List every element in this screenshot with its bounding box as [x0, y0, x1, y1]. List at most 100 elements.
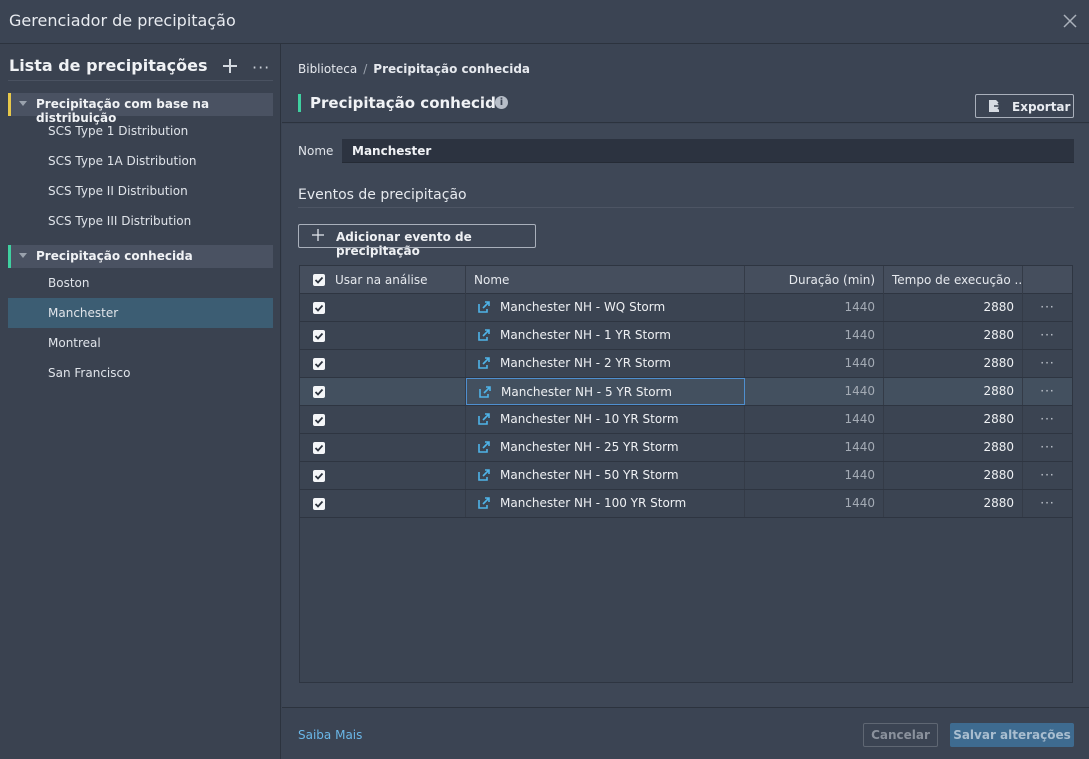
save-button[interactable]: Salvar alterações [950, 723, 1074, 747]
name-cell[interactable]: Manchester NH - 1 YR Storm [466, 322, 745, 349]
runtime-cell[interactable]: 2880 [884, 294, 1023, 321]
chevron-down-icon[interactable] [19, 101, 27, 106]
name-cell[interactable]: Manchester NH - 10 YR Storm [466, 406, 745, 433]
sidebar-item-scs-type-ii[interactable]: SCS Type II Distribution [8, 176, 273, 206]
column-header-runtime[interactable]: Tempo de execução ... [884, 266, 1023, 294]
runtime-cell[interactable]: 2880 [884, 322, 1023, 349]
sidebar-item-san-francisco[interactable]: San Francisco [8, 358, 273, 388]
column-header-duration[interactable]: Duração (min) [745, 266, 884, 294]
event-name: Manchester NH - 5 YR Storm [501, 385, 672, 399]
add-icon[interactable] [222, 58, 238, 74]
name-input[interactable] [342, 139, 1074, 163]
export-button[interactable]: Exportar [975, 94, 1074, 118]
sidebar-item-label: SCS Type II Distribution [48, 184, 188, 198]
use-checkbox[interactable] [313, 414, 325, 426]
use-checkbox[interactable] [313, 302, 325, 314]
info-icon[interactable]: i [495, 96, 508, 109]
select-all-checkbox[interactable] [313, 274, 325, 286]
external-link-icon[interactable] [478, 329, 490, 341]
row-more-icon[interactable]: ··· [1023, 378, 1072, 405]
chevron-down-icon[interactable] [19, 253, 27, 258]
column-label: Nome [474, 273, 510, 287]
window-title: Gerenciador de precipitação [9, 11, 236, 30]
table-row[interactable]: Manchester NH - 25 YR Storm 1440 2880 ··· [300, 434, 1072, 462]
row-more-icon[interactable]: ··· [1023, 406, 1072, 433]
runtime-cell[interactable]: 2880 [884, 406, 1023, 433]
use-checkbox[interactable] [313, 498, 325, 510]
sidebar-item-scs-type-1[interactable]: SCS Type 1 Distribution [8, 116, 273, 146]
name-cell[interactable]: Manchester NH - 50 YR Storm [466, 462, 745, 489]
external-link-icon[interactable] [479, 386, 491, 398]
row-more-icon[interactable]: ··· [1023, 350, 1072, 377]
table-row[interactable]: Manchester NH - 50 YR Storm 1440 2880 ··· [300, 462, 1072, 490]
runtime-cell[interactable]: 2880 [884, 350, 1023, 377]
duration-cell: 1440 [745, 294, 884, 321]
sidebar-item-scs-type-1a[interactable]: SCS Type 1A Distribution [8, 146, 273, 176]
external-link-icon[interactable] [478, 413, 490, 425]
runtime-cell[interactable]: 2880 [884, 490, 1023, 517]
group-known[interactable]: Precipitação conhecida [8, 245, 273, 268]
name-cell[interactable]: Manchester NH - 100 YR Storm [466, 490, 745, 517]
column-header-use[interactable]: Usar na análise [300, 266, 466, 294]
runtime-cell[interactable]: 2880 [884, 462, 1023, 489]
group-distribution[interactable]: Precipitação com base na distribuição [8, 93, 273, 125]
table-row[interactable]: Manchester NH - WQ Storm 1440 2880 ··· [300, 294, 1072, 322]
sidebar-item-manchester[interactable]: Manchester [8, 298, 273, 328]
event-name: Manchester NH - 1 YR Storm [500, 328, 671, 342]
table-row[interactable]: Manchester NH - 5 YR Storm 1440 2880 ··· [300, 378, 1072, 406]
sidebar-title: Lista de precipitações [9, 56, 208, 75]
add-event-button[interactable]: Adicionar evento de precipitação [298, 224, 536, 258]
external-link-icon[interactable] [478, 357, 490, 369]
duration-cell: 1440 [745, 378, 884, 405]
name-cell[interactable]: Manchester NH - 5 YR Storm [466, 378, 745, 405]
table-row[interactable]: Manchester NH - 10 YR Storm 1440 2880 ··· [300, 406, 1072, 434]
sidebar-item-label: Manchester [48, 306, 119, 320]
table-row[interactable]: Manchester NH - 1 YR Storm 1440 2880 ··· [300, 322, 1072, 350]
column-label: Usar na análise [335, 273, 428, 287]
external-link-icon[interactable] [478, 301, 490, 313]
more-icon[interactable]: ··· [252, 58, 270, 77]
use-cell [300, 462, 466, 489]
use-checkbox[interactable] [313, 470, 325, 482]
use-checkbox[interactable] [313, 442, 325, 454]
breadcrumb-root[interactable]: Biblioteca [298, 62, 357, 76]
row-more-icon[interactable]: ··· [1023, 462, 1072, 489]
learn-more-link[interactable]: Saiba Mais [298, 728, 362, 742]
section-divider [298, 207, 1074, 208]
name-cell[interactable]: Manchester NH - 25 YR Storm [466, 434, 745, 461]
name-cell[interactable]: Manchester NH - WQ Storm [466, 294, 745, 321]
plus-icon [312, 229, 324, 241]
sidebar-item-label: San Francisco [48, 366, 131, 380]
row-more-icon[interactable]: ··· [1023, 434, 1072, 461]
column-header-name[interactable]: Nome [466, 266, 745, 294]
row-more-icon[interactable]: ··· [1023, 294, 1072, 321]
sidebar-divider [8, 80, 273, 81]
use-checkbox[interactable] [313, 330, 325, 342]
row-more-icon[interactable]: ··· [1023, 322, 1072, 349]
sidebar: Lista de precipitações ··· Precipitação … [0, 44, 281, 759]
row-more-icon[interactable]: ··· [1023, 490, 1072, 517]
column-header-actions [1023, 266, 1072, 294]
external-link-icon[interactable] [478, 497, 490, 509]
title-bar: Gerenciador de precipitação [0, 0, 1089, 44]
name-cell[interactable]: Manchester NH - 2 YR Storm [466, 350, 745, 377]
sidebar-item-boston[interactable]: Boston [8, 268, 273, 298]
close-icon[interactable] [1061, 12, 1079, 30]
table-row[interactable]: Manchester NH - 100 YR Storm 1440 2880 ··· [300, 490, 1072, 518]
runtime-cell[interactable]: 2880 [884, 434, 1023, 461]
main-panel: Biblioteca / Precipitação conhecida Precip… [282, 44, 1089, 759]
duration-cell: 1440 [745, 490, 884, 517]
event-name: Manchester NH - 100 YR Storm [500, 496, 687, 510]
sidebar-item-montreal[interactable]: Montreal [8, 328, 273, 358]
external-link-icon[interactable] [478, 441, 490, 453]
table-row[interactable]: Manchester NH - 2 YR Storm 1440 2880 ··· [300, 350, 1072, 378]
sidebar-item-scs-type-iii[interactable]: SCS Type III Distribution [8, 206, 273, 236]
cancel-button[interactable]: Cancelar [863, 723, 938, 747]
runtime-cell[interactable]: 2880 [884, 378, 1023, 405]
table-header: Usar na análise Nome Duração (min) Tempo… [300, 266, 1072, 294]
use-checkbox[interactable] [313, 358, 325, 370]
use-checkbox[interactable] [313, 386, 325, 398]
external-link-icon[interactable] [478, 469, 490, 481]
add-event-label: Adicionar evento de precipitação [336, 230, 472, 258]
use-cell [300, 434, 466, 461]
